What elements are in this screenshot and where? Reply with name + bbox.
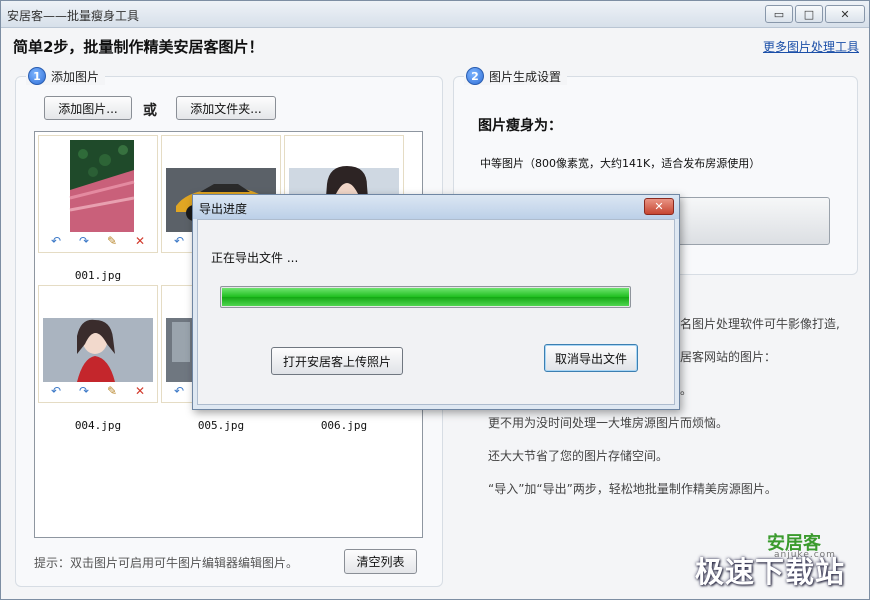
export-status: 正在导出文件 ... [211,251,299,265]
export-progress-bar [220,286,631,308]
delete-icon[interactable]: ✕ [133,234,147,248]
image-tools: ↶ [172,384,186,398]
dialog-close-button[interactable]: ✕ [644,198,674,215]
image-tools: ↶ ↷ ✎ ✕ [49,234,147,248]
rotate-left-icon[interactable]: ↶ [49,234,63,248]
forest-photo-icon[interactable] [43,140,153,232]
step2-header: 2 图片生成设置 [464,67,568,85]
add-folder-button[interactable]: 添加文件夹... [176,96,276,120]
info-line: 还大大节省了您的图片存储空间。 [488,449,669,463]
watermark: 极速下载站 [695,555,846,589]
cancel-export-button[interactable]: 取消导出文件 [544,344,638,372]
minimize-button[interactable]: ▭ [765,5,793,23]
main-window: 安居客——批量瘦身工具 ▭ □ ✕ 简单2步，批量制作精美安居客图片！ 更多图片… [0,0,870,600]
dialog-title: 导出进度 [199,202,248,216]
edit-icon[interactable]: ✎ [105,384,119,398]
rotate-left-icon[interactable]: ↶ [49,384,63,398]
image-filename: 006.jpg [320,419,368,432]
export-button[interactable] [661,197,830,245]
rotate-left-icon[interactable]: ↶ [172,384,186,398]
rotate-right-icon[interactable]: ↷ [77,234,91,248]
page-headline: 简单2步，批量制作精美安居客图片！ [13,38,264,56]
window-title: 安居客——批量瘦身工具 [7,9,140,23]
progress-fill [222,288,629,306]
step1-header: 1 添加图片 [26,67,106,85]
image-item[interactable]: ↶ ↷ ✎ ✕ [38,285,158,403]
image-tools: ↶ [172,234,186,248]
step2-title: 图片生成设置 [489,69,562,84]
image-item[interactable]: ↶ ↷ ✎ ✕ [38,135,158,253]
more-tools-link[interactable]: 更多图片处理工具 [763,38,859,55]
info-line: 名图片处理软件可牛影像打造, [680,317,840,331]
step1-title: 添加图片 [51,69,100,84]
rotate-right-icon[interactable]: ↷ [77,384,91,398]
step-number-icon: 2 [466,67,484,85]
open-upload-button[interactable]: 打开安居客上传照片 [271,347,403,375]
image-tools: ↶ ↷ ✎ ✕ [49,384,147,398]
image-filename: 004.jpg [74,419,122,432]
export-progress-dialog: 导出进度 ✕ 正在导出文件 ... 打开安居客上传照片 取消导出文件 [192,194,680,410]
window-controls: ▭ □ ✕ [765,5,865,23]
step-number-icon: 1 [28,67,46,85]
add-images-button[interactable]: 添加图片... [44,96,132,120]
delete-icon[interactable]: ✕ [133,384,147,398]
info-line: 居客网站的图片： [680,350,777,364]
maximize-button[interactable]: □ [795,5,823,23]
dialog-body: 正在导出文件 ... 打开安居客上传照片 取消导出文件 [197,219,675,405]
size-option[interactable]: 中等图片（800像素宽，大约141K，适合发布房源使用） [480,155,760,171]
close-button[interactable]: ✕ [825,5,865,23]
dialog-title-bar[interactable]: 导出进度 ✕ [193,195,679,219]
info-line: 。 [680,383,693,397]
or-label: 或 [143,103,157,119]
image-filename: 005.jpg [197,419,245,432]
size-title: 图片瘦身为： [478,118,562,134]
info-line: 更不用为没时间处理一大堆房源图片而烦恼。 [488,416,729,430]
rotate-left-icon[interactable]: ↶ [172,234,186,248]
image-filename: 001.jpg [74,269,122,282]
edit-hint: 提示：双击图片可启用可牛图片编辑器编辑图片。 [34,556,299,570]
edit-icon[interactable]: ✎ [105,234,119,248]
portrait-red-photo-icon[interactable] [43,290,153,382]
info-line: “导入”加“导出”两步，轻松地批量制作精美房源图片。 [488,482,777,496]
title-bar[interactable]: 安居客——批量瘦身工具 ▭ □ ✕ [1,1,869,28]
clear-list-button[interactable]: 清空列表 [344,549,417,574]
